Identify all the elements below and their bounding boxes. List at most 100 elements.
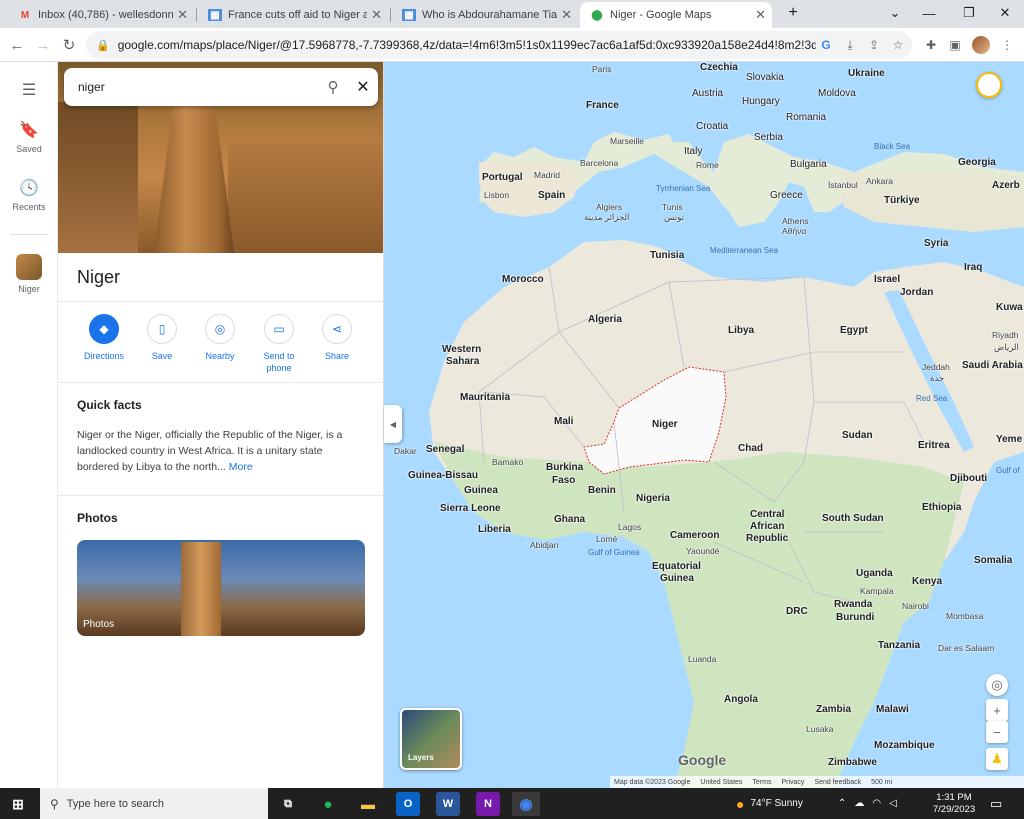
map-label: Riyadh [992, 330, 1019, 340]
url-text[interactable]: google.com/maps/place/Niger/@17.5968778,… [118, 38, 816, 52]
windows-start-icon[interactable]: ⊞ [6, 792, 30, 816]
send-feedback-link[interactable]: Send feedback [814, 779, 861, 786]
clock-time: 1:31 PM [936, 791, 972, 803]
map-label: Portugal [482, 172, 523, 183]
layers-button[interactable]: Layers [400, 708, 462, 770]
volume-icon[interactable]: ◁ [889, 798, 897, 809]
map-label: Chad [738, 443, 763, 454]
clock-date: 7/29/2023 [932, 803, 976, 815]
bookmark-star-icon[interactable]: ☆ [888, 35, 908, 55]
close-icon[interactable]: ✕ [755, 7, 766, 23]
taskbar-search-placeholder: Type here to search [66, 797, 165, 810]
map-label: Sierra Leone [440, 503, 501, 514]
side-panel-icon[interactable]: ▣ [946, 36, 964, 54]
privacy-link[interactable]: Privacy [781, 779, 804, 786]
send-to-phone-button[interactable]: ▭ Send to phone [248, 314, 310, 374]
quick-facts-body: Niger or the Niger, officially the Repub… [77, 429, 343, 473]
attribution-text: Map data ©2023 Google [614, 778, 691, 786]
rail-place-niger[interactable]: Niger [0, 254, 58, 294]
minimize-button[interactable]: — [912, 2, 946, 24]
map-canvas[interactable]: Czechia Paris Ukraine Slovakia Austria M… [384, 62, 1024, 788]
weather-widget[interactable]: ● 74°F Sunny [736, 788, 803, 819]
address-bar[interactable]: 🔒 google.com/maps/place/Niger/@17.596877… [86, 31, 912, 59]
install-app-icon[interactable]: ⤓ [840, 35, 860, 55]
map-label: Nigeria [636, 493, 670, 504]
map-label: Yeme [996, 434, 1023, 445]
close-icon[interactable]: ✕ [348, 72, 378, 102]
search-icon[interactable]: ⚲ [318, 72, 348, 102]
account-avatar[interactable] [976, 72, 1002, 98]
map-label: Mauritania [460, 392, 511, 403]
close-icon[interactable]: ✕ [371, 7, 382, 23]
outlook-icon[interactable]: O [396, 792, 420, 816]
restore-button[interactable]: ❐ [952, 2, 986, 24]
task-view-icon[interactable]: ⧉ [276, 792, 300, 816]
region-link[interactable]: United States [700, 779, 742, 786]
map-label: Azerb [992, 180, 1020, 191]
chrome-icon[interactable]: ◉ [512, 792, 540, 816]
photo-tower [181, 542, 221, 636]
place-panel: ⚲ ✕ Niger ◆ Directions ▯ Save ◎ Nearby ▭… [58, 62, 384, 788]
menu-icon: ☰ [21, 82, 37, 99]
map-label: Gulf of Guinea [588, 548, 640, 557]
map-label: Jeddah [922, 362, 950, 372]
chevron-up-icon[interactable]: ⌃ [838, 798, 846, 809]
google-lens-icon[interactable]: G [816, 35, 836, 55]
layers-label: Layers [408, 753, 434, 762]
tab-google-maps[interactable]: ⬤ Niger - Google Maps ✕ [580, 2, 772, 28]
file-explorer-icon[interactable]: ▬ [356, 792, 380, 816]
share-button[interactable]: ⋖ Share [307, 314, 367, 362]
new-tab-button[interactable]: + [776, 2, 810, 24]
window-close-button[interactable]: ✕ [988, 2, 1022, 24]
tab-gmail[interactable]: M Inbox (40,786) - wellesdonnae@g ✕ [8, 2, 194, 28]
my-location-button[interactable]: ◎ [986, 674, 1008, 696]
map-label: Rome [696, 160, 719, 170]
forward-button[interactable]: → [32, 34, 54, 56]
wifi-icon[interactable]: ◠ [872, 798, 881, 809]
zoom-out-button[interactable]: − [986, 721, 1008, 743]
bookmark-icon: ▯ [147, 314, 177, 344]
back-button[interactable]: ← [6, 34, 28, 56]
onenote-icon[interactable]: N [476, 792, 500, 816]
reload-button[interactable]: ↻ [58, 34, 80, 56]
search-input[interactable] [78, 80, 318, 94]
close-icon[interactable]: ✕ [177, 7, 188, 23]
hamburger-menu-button[interactable]: ☰ [0, 80, 58, 104]
tab-france-news[interactable]: ▦ France cuts off aid to Niger amid ✕ [198, 2, 388, 28]
browser-menu-icon[interactable]: ⋮ [998, 36, 1016, 54]
share-page-icon[interactable]: ⇪ [864, 35, 884, 55]
nearby-button[interactable]: ◎ Nearby [190, 314, 250, 362]
terms-link[interactable]: Terms [752, 779, 771, 786]
tab-tiani-news[interactable]: ▦ Who is Abdourahamane Tiani, th ✕ [392, 2, 578, 28]
map-label: Mali [554, 416, 574, 427]
clock[interactable]: 1:31 PM 7/29/2023 [926, 788, 982, 819]
extensions-puzzle-icon[interactable]: ✚ [922, 36, 940, 54]
notification-icon[interactable]: ▭ [990, 788, 1002, 819]
tab-search-chevron-icon[interactable]: ⌄ [878, 2, 912, 24]
directions-button[interactable]: ◆ Directions [74, 314, 134, 362]
scale-bar-label[interactable]: 500 mi [871, 779, 892, 786]
profile-avatar[interactable] [972, 36, 990, 54]
photos-card[interactable]: Photos [77, 540, 365, 636]
more-link[interactable]: More [229, 461, 253, 473]
map-label: Lisbon [484, 190, 510, 200]
map-label: Saudi Arabia [962, 360, 1023, 371]
zoom-in-button[interactable]: + [986, 699, 1008, 721]
map-label: Jordan [900, 287, 934, 298]
map-label: Morocco [502, 274, 544, 285]
collapse-panel-button[interactable]: ◀ [384, 405, 402, 443]
map-label: İstanbul [828, 180, 858, 190]
map-label: Sudan [842, 430, 873, 441]
search-box: ⚲ ✕ [64, 68, 378, 106]
street-view-pegman-icon[interactable]: ♟ [986, 748, 1008, 770]
map-label: Libya [728, 325, 755, 336]
word-icon[interactable]: W [436, 792, 460, 816]
onedrive-icon[interactable]: ☁ [854, 798, 864, 809]
map-label: Angola [724, 694, 758, 705]
save-button[interactable]: ▯ Save [132, 314, 192, 362]
taskbar-search-box[interactable]: ⚲ Type here to search [40, 788, 268, 819]
rail-saved-button[interactable]: 🔖 Saved [0, 120, 58, 154]
spotify-icon[interactable]: ● [316, 792, 340, 816]
close-icon[interactable]: ✕ [561, 7, 572, 23]
rail-recents-button[interactable]: 🕓 Recents [0, 178, 58, 212]
